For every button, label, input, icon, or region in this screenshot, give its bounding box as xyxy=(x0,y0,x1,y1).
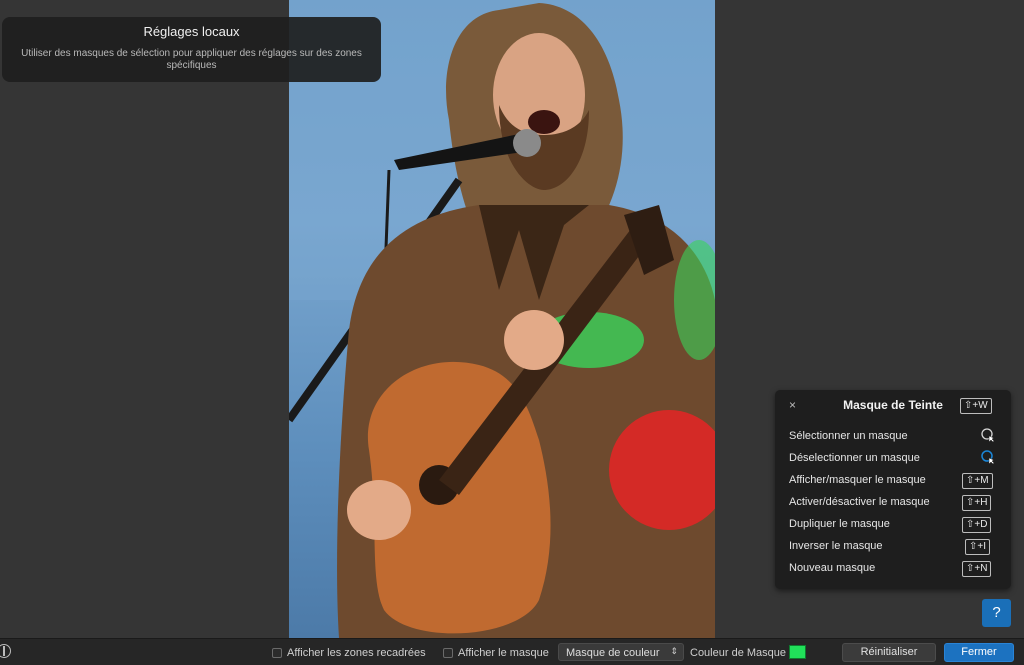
select-cursor-icon xyxy=(981,428,995,443)
close-button[interactable]: Fermer xyxy=(944,643,1014,662)
show-mask-checkbox[interactable] xyxy=(443,648,453,658)
show-cropped-checkbox[interactable] xyxy=(272,648,282,658)
show-cropped-label[interactable]: Afficher les zones recadrées xyxy=(287,647,426,659)
help-button[interactable]: ? xyxy=(982,599,1011,627)
shortcut-label: Nouveau masque xyxy=(789,562,876,574)
shortcuts-panel: × Masque de Teinte ⇧+W Sélectionner un m… xyxy=(775,390,1011,589)
shortcut-label: Activer/désactiver le masque xyxy=(789,496,930,508)
info-icon[interactable] xyxy=(0,644,11,658)
shortcut-label: Inverser le masque xyxy=(789,540,883,552)
shortcut-label: Déselectionner un masque xyxy=(789,452,920,464)
shortcut-key: ⇧+W xyxy=(960,398,992,414)
shortcut-label: Afficher/masquer le masque xyxy=(789,474,926,486)
shortcut-key: ⇧+N xyxy=(962,561,992,577)
photo-illustration xyxy=(289,0,715,638)
deselect-cursor-icon xyxy=(981,450,995,465)
hint-title: Réglages locaux xyxy=(143,24,240,39)
shortcut-key: ⇧+H xyxy=(962,495,992,511)
chevron-updown-icon: ⇕ xyxy=(670,646,678,656)
mask-color-swatch[interactable] xyxy=(789,645,806,659)
shortcut-key: ⇧+D xyxy=(962,517,992,533)
shortcut-key: ⇧+I xyxy=(965,539,990,555)
shortcut-key: ⇧+M xyxy=(962,473,993,489)
mask-color-label: Couleur de Masque xyxy=(690,647,787,659)
mask-type-value: Masque de couleur xyxy=(566,647,660,659)
hint-text: Utiliser des masques de sélection pour a… xyxy=(21,48,362,71)
show-mask-label[interactable]: Afficher le masque xyxy=(458,647,549,659)
mask-type-select[interactable]: Masque de couleur ⇕ xyxy=(558,643,684,661)
photo-preview[interactable] xyxy=(289,0,715,638)
bottom-toolbar: Afficher les zones recadrées Afficher le… xyxy=(0,638,1024,665)
local-adjustments-hint: Réglages locaux Utiliser des masques de … xyxy=(2,17,381,82)
shortcut-label: Sélectionner un masque xyxy=(789,430,908,442)
reset-button[interactable]: Réinitialiser xyxy=(842,643,936,662)
canvas-area[interactable]: Réglages locaux Utiliser des masques de … xyxy=(0,0,1024,638)
shortcut-label: Dupliquer le masque xyxy=(789,518,890,530)
